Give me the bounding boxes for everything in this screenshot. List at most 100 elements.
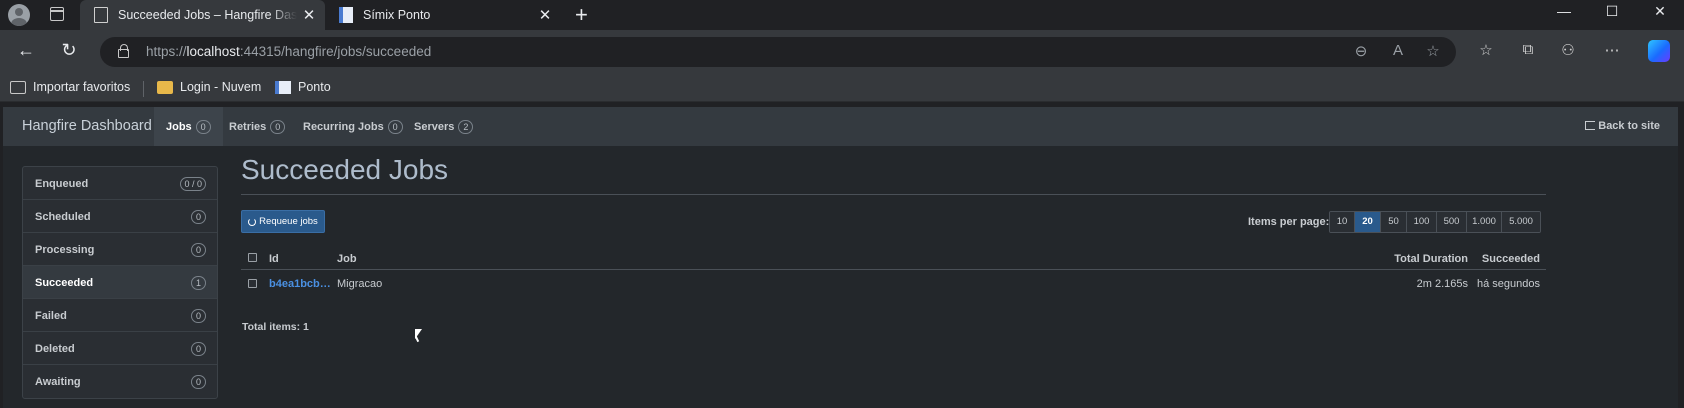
hangfire-page: Hangfire Dashboard Jobs 0 Retries 0 Recurr… [3, 107, 1678, 408]
copilot-icon[interactable] [1648, 40, 1670, 62]
count-badge: 0 [191, 210, 206, 224]
ponto-favicon-icon [339, 7, 353, 23]
page-favicon-icon [94, 7, 108, 23]
nav-count-badge: 0 [195, 119, 211, 134]
job-id-link[interactable]: b4ea1bcb… [269, 278, 331, 290]
page-size-10[interactable]: 10 [1330, 212, 1355, 232]
sidebar-item-label: Enqueued [35, 178, 89, 190]
back-to-site-label: Back to site [1598, 120, 1660, 132]
tab-simix-ponto[interactable]: Símix Ponto ✕ [325, 0, 561, 30]
job-name: Migracao [337, 278, 383, 290]
count-badge: 0 [191, 243, 206, 257]
favorite-label: Importar favoritos [33, 80, 131, 94]
jobs-table-header: Id Job Total Duration Succeeded [241, 245, 1546, 270]
nav-retries[interactable]: Retries 0 [217, 107, 297, 146]
page-size-100[interactable]: 100 [1407, 212, 1437, 232]
row-checkbox[interactable] [248, 279, 257, 288]
minimize-button[interactable]: — [1542, 3, 1586, 19]
select-all-checkbox[interactable] [248, 253, 257, 262]
sidebar-item-scheduled[interactable]: Scheduled 0 [23, 200, 217, 233]
favorites-divider [143, 81, 144, 97]
count-badge: 0 / 0 [180, 177, 206, 191]
sidebar-item-deleted[interactable]: Deleted 0 [23, 332, 217, 365]
column-succeeded: Succeeded [1481, 253, 1540, 265]
favorite-star-icon[interactable]: ☆ [1422, 42, 1444, 60]
tab-actions-icon[interactable] [50, 7, 64, 21]
nav-label: Jobs [166, 120, 192, 133]
refresh-icon[interactable]: ↻ [57, 40, 81, 61]
sidebar-item-enqueued[interactable]: Enqueued 0 / 0 [23, 167, 217, 200]
requeue-label: Requeue jobs [259, 216, 318, 227]
collections-icon[interactable]: ⧉ [1516, 41, 1540, 58]
nav-servers[interactable]: Servers 2 [402, 107, 485, 146]
sidebar-item-succeeded[interactable]: Succeeded 1 [23, 266, 217, 299]
page-viewport: Hangfire Dashboard Jobs 0 Retries 0 Recurr… [0, 103, 1684, 408]
nav-count-badge: 0 [270, 119, 286, 134]
close-window-button[interactable]: ✕ [1638, 3, 1682, 20]
page-size-20[interactable]: 20 [1355, 212, 1381, 232]
sign-out-icon [1585, 121, 1596, 130]
extensions-icon[interactable]: ⚇ [1556, 41, 1580, 59]
page-size-1000[interactable]: 1.000 [1467, 212, 1502, 232]
favorite-ponto[interactable]: Ponto [275, 80, 331, 94]
sidebar-item-label: Awaiting [35, 376, 81, 388]
sidebar-item-failed[interactable]: Failed 0 [23, 299, 217, 332]
tab-hangfire[interactable]: Succeeded Jobs – Hangfire Dashboard ✕ [80, 0, 325, 30]
back-arrow-icon[interactable]: ← [14, 40, 38, 61]
close-tab-icon[interactable]: ✕ [533, 6, 557, 24]
address-bar[interactable]: https://localhost:44315/hangfire/jobs/su… [100, 37, 1456, 67]
page-icon [275, 80, 291, 94]
job-duration: 2m 2.165s [1416, 278, 1468, 290]
sidebar-item-label: Succeeded [35, 277, 94, 289]
count-badge: 0 [191, 342, 206, 356]
column-total-duration: Total Duration [1394, 253, 1468, 265]
favorite-login-nuvem[interactable]: Login - Nuvem [157, 80, 261, 94]
nav-label: Retries [229, 120, 267, 133]
brand-link[interactable]: Hangfire Dashboard [22, 118, 152, 134]
tab-title: Símix Ponto [363, 8, 431, 22]
favorite-import[interactable]: Importar favoritos [10, 80, 130, 94]
page-size-5000[interactable]: 5.000 [1502, 212, 1540, 232]
mouse-cursor-icon [415, 329, 422, 339]
column-job: Job [337, 253, 357, 265]
title-divider [241, 194, 1546, 195]
job-succeeded-time: há segundos [1477, 278, 1540, 290]
count-badge: 0 [191, 309, 206, 323]
page-size-50[interactable]: 50 [1381, 212, 1407, 232]
folder-icon [157, 80, 173, 94]
nav-recurring-jobs[interactable]: Recurring Jobs 0 [291, 107, 415, 146]
more-menu-icon[interactable]: ⋯ [1600, 41, 1624, 59]
sidebar-item-label: Scheduled [35, 211, 91, 223]
count-badge: 0 [191, 375, 206, 389]
sidebar-item-awaiting[interactable]: Awaiting 0 [23, 365, 217, 398]
sidebar-item-processing[interactable]: Processing 0 [23, 233, 217, 266]
nav-jobs[interactable]: Jobs 0 [154, 107, 223, 146]
favorites-icon[interactable]: ☆ [1474, 41, 1498, 59]
job-status-sidebar: Enqueued 0 / 0 Scheduled 0 Processing 0 Suc… [22, 166, 218, 399]
new-tab-button[interactable]: + [575, 2, 588, 28]
back-to-site-link[interactable]: Back to site [1585, 120, 1660, 132]
close-tab-icon[interactable]: ✕ [297, 6, 321, 24]
lock-icon[interactable] [118, 44, 129, 58]
nav-count-badge: 2 [458, 119, 474, 134]
browser-tab-strip: Succeeded Jobs – Hangfire Dashboard ✕ Sí… [0, 0, 1684, 30]
nav-count-badge: 0 [387, 119, 403, 134]
tab-title: Succeeded Jobs – Hangfire Dashboard [118, 8, 297, 22]
maximize-button[interactable]: ☐ [1590, 3, 1634, 20]
import-icon [10, 80, 26, 94]
nav-label: Servers [414, 120, 455, 133]
profile-avatar-icon[interactable] [8, 4, 30, 26]
table-row: b4ea1bcb… Migracao 2m 2.165s há segundos [241, 271, 1546, 296]
sidebar-item-label: Failed [35, 310, 67, 322]
hangfire-navbar: Hangfire Dashboard Jobs 0 Retries 0 Recurr… [3, 107, 1678, 146]
read-aloud-icon[interactable]: A [1387, 42, 1409, 59]
zoom-out-icon[interactable]: ⊖ [1350, 42, 1372, 60]
requeue-jobs-button[interactable]: Requeue jobs [241, 210, 325, 233]
page-size-500[interactable]: 500 [1437, 212, 1467, 232]
url-text[interactable]: https://localhost:44315/hangfire/jobs/su… [146, 44, 431, 59]
favorite-label: Login - Nuvem [180, 80, 262, 94]
items-per-page-label: Items per page: [1248, 216, 1330, 228]
total-items: Total items: 1 [242, 321, 309, 333]
favorites-bar: Importar favoritos Login - Nuvem Ponto [0, 74, 1684, 102]
column-id: Id [269, 253, 279, 265]
